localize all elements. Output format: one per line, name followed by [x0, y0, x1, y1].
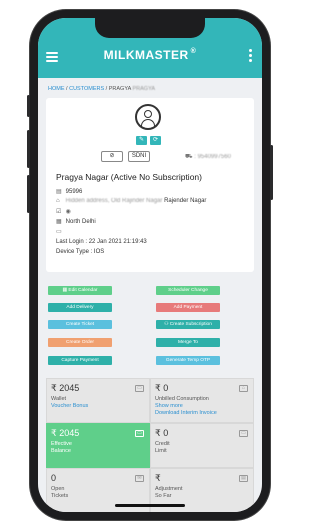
add-payment-button[interactable]: Add Payment — [156, 303, 220, 312]
customer-name: Pragya Nagar (Active No Subscription) — [56, 172, 202, 182]
chat-icon: ▤ — [239, 475, 248, 482]
phone-number: ⛟ : 9540997560 — [185, 154, 231, 160]
scheduler-change-button[interactable]: Scheduler Change — [156, 286, 220, 295]
voucher-bonus-link[interactable]: Voucher Bonus — [51, 403, 88, 409]
customer-id: ▤ 95996 — [56, 189, 83, 195]
volume-down-button — [27, 175, 30, 213]
show-more-link[interactable]: Show more — [155, 403, 183, 409]
volume-up-button — [27, 130, 30, 168]
checkbox-icon: ☑ — [56, 209, 62, 215]
breadcrumb: HOME / CUSTOMERS / PRAGYA PRAGYA — [48, 86, 155, 92]
app-brand: MILKMASTER ® — [103, 48, 197, 62]
credit-card-icon: ▭ — [239, 430, 248, 437]
ticket-icon: ✉ — [135, 475, 144, 482]
eye-icon[interactable]: ◉ — [66, 208, 74, 215]
notch — [95, 18, 205, 38]
address-icon: ⌂ — [56, 198, 60, 204]
last-login: Last Login : 22 Jan 2021 21:19:43 — [56, 239, 147, 245]
wallet-icon: ▭ — [135, 430, 144, 437]
merge-to-button[interactable]: Merge To — [156, 338, 220, 347]
region-icon: ▦ — [56, 219, 62, 225]
calendar-icon: ▦ — [62, 288, 68, 293]
more-options-icon[interactable] — [249, 49, 252, 64]
customer-card: ✎ ⟳ ⊘ SDNI ⛟ : 9540997560 Pragya Nagar (… — [46, 98, 254, 272]
create-subscription-button[interactable]: ⚇ Create Subscription — [156, 320, 220, 329]
edit-calendar-button[interactable]: ▦ Edit Calendar — [48, 286, 112, 295]
breadcrumb-home[interactable]: HOME — [48, 86, 65, 92]
effective-balance-tile: ₹ 2045 Effective Balance ▭ — [46, 423, 150, 468]
wallet-icon: ▭ — [135, 385, 144, 392]
add-delivery-button[interactable]: Add Delivery — [48, 303, 112, 312]
mute-switch — [27, 95, 30, 117]
credit-limit-tile: ₹ 0 Credit Limit ▭ — [150, 423, 254, 468]
device-type: Device Type : IOS — [56, 249, 105, 255]
power-button — [270, 145, 273, 200]
id-card-icon: ▤ — [56, 189, 62, 195]
verification-icons: ☑ ◉ — [56, 208, 74, 215]
refresh-icon[interactable]: ⟳ — [150, 136, 161, 145]
block-toggle-icon[interactable]: ⊘ — [101, 151, 123, 162]
breadcrumb-customers[interactable]: CUSTOMERS — [69, 86, 104, 92]
edit-profile-icon[interactable]: ✎ — [136, 136, 147, 145]
calendar-icon: ▭ — [56, 229, 62, 235]
calendar-line: ▭ — [56, 228, 64, 235]
customer-address: ⌂ Hidden address, Old Rajinder Nagar Raj… — [56, 198, 207, 204]
screen: MILKMASTER ® HOME / CUSTOMERS / PRAGYA PR… — [38, 18, 262, 512]
download-interim-invoice-link[interactable]: Download Interim Invoice — [155, 410, 217, 416]
customer-tag: SDNI — [128, 151, 150, 162]
capture-payment-button[interactable]: Capture Payment — [48, 356, 112, 365]
unbilled-tile: ₹ 0 Unbilled Consumption Show more Downl… — [150, 378, 254, 423]
subscription-icon: ⚇ — [164, 322, 169, 327]
bank-icon: ⌂ — [239, 385, 248, 392]
create-order-button[interactable]: Create Order — [48, 338, 112, 347]
wallet-tile: ₹ 2045 Wallet Voucher Bonus ▭ — [46, 378, 150, 423]
customer-region: ▦ North Delhi — [56, 219, 96, 225]
breadcrumb-current: PRAGYA — [108, 86, 131, 92]
create-ticket-button[interactable]: Create Ticket — [48, 320, 112, 329]
generate-temp-otp-button[interactable]: Generate Temp OTP — [156, 356, 220, 365]
breadcrumb-current-blurred: PRAGYA — [132, 86, 155, 92]
delivery-truck-icon: ⛟ — [185, 154, 193, 160]
home-indicator — [115, 504, 185, 507]
avatar-icon — [135, 104, 161, 130]
